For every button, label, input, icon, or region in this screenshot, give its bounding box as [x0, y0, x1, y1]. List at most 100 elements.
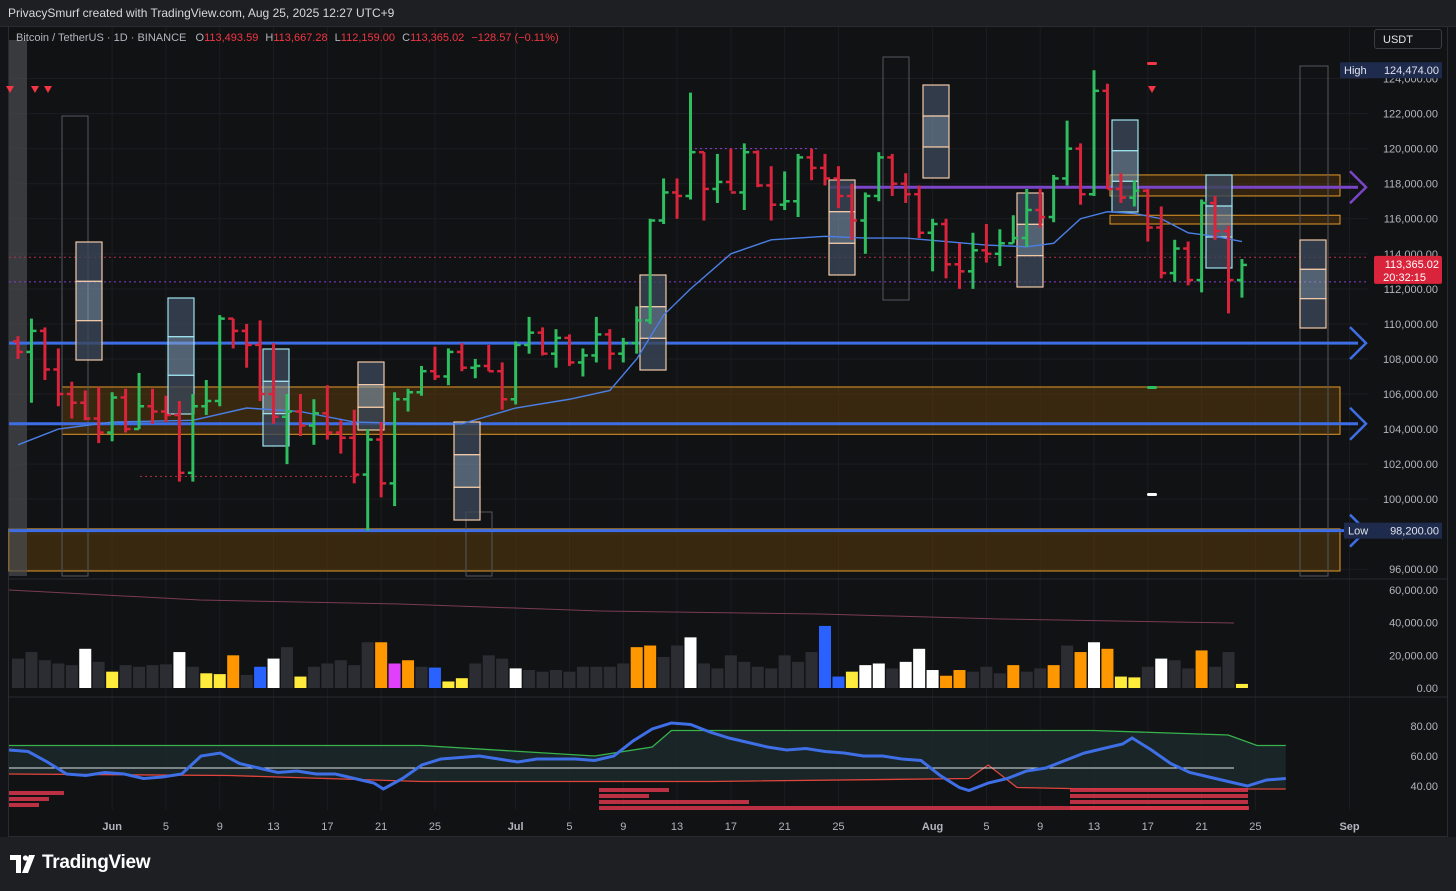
volume-tick-label: 40,000.00 — [1389, 618, 1438, 630]
time-tick-label: 9 — [217, 821, 223, 833]
volume-bar — [1074, 652, 1087, 688]
volume-bar — [294, 676, 307, 688]
volume-bar — [281, 647, 293, 688]
volume-bar — [92, 661, 105, 688]
ohlc-bar — [739, 143, 750, 210]
session-box-cell — [75, 241, 103, 282]
session-box-cell — [167, 297, 195, 338]
high-value: 124,474.00 — [1384, 65, 1439, 77]
signal-down-icon — [44, 86, 52, 93]
price-tick-label: 104,000.00 — [1383, 424, 1438, 436]
ohlc-bar — [672, 178, 683, 219]
ohlc-bar — [941, 218, 952, 279]
time-tick-label: 17 — [725, 821, 737, 833]
volume-bar — [980, 666, 993, 688]
volume-bar — [1209, 666, 1222, 688]
volume-bar — [1061, 645, 1074, 688]
signal-strip — [1070, 806, 1248, 810]
volume-bar — [402, 660, 415, 688]
ohlc-bar — [725, 148, 736, 194]
ohlc-bar — [1102, 83, 1113, 191]
time-tick-label: 17 — [321, 821, 333, 833]
volume-bar — [819, 625, 831, 688]
session-box-cell — [453, 421, 481, 456]
ohlc-bar — [914, 185, 925, 239]
volume-bar — [1047, 665, 1060, 688]
volume-bar — [563, 671, 576, 688]
left-shade — [9, 40, 27, 576]
symbol-title[interactable]: Bitcoin / TetherUS · 1D · BINANCE — [16, 32, 186, 44]
time-tick-label: Jul — [508, 821, 524, 833]
time-tick-label: 9 — [620, 821, 626, 833]
time-tick-label: 13 — [1088, 821, 1100, 833]
volume-bar — [859, 665, 872, 688]
volume-bar — [1222, 652, 1235, 688]
volume-bar — [79, 648, 92, 688]
volume-bar — [509, 668, 522, 688]
volume-bar — [119, 665, 132, 688]
rsi-tick-label: 40.00 — [1410, 781, 1438, 793]
ohlc-bar — [967, 232, 978, 289]
ohlc-bar — [456, 343, 467, 372]
ohlc-bar — [564, 334, 575, 366]
ohlc-bar — [577, 348, 588, 377]
session-boxes — [75, 84, 1327, 521]
ohlc-bar — [1183, 241, 1194, 286]
session-box-cell — [1111, 150, 1139, 182]
low-label: Low — [1348, 526, 1368, 538]
candles — [13, 70, 1247, 531]
volume-bar — [550, 670, 562, 688]
volume-bar — [1088, 642, 1100, 688]
volume-bar — [1034, 668, 1047, 688]
ohlc-bar — [241, 323, 252, 368]
volume-bar — [1168, 660, 1181, 688]
currency-button[interactable]: USDT — [1374, 29, 1442, 49]
ohlc-bar — [1236, 259, 1247, 298]
ohlc-bar — [860, 192, 871, 254]
volume-bar — [106, 671, 119, 688]
ohlc-bar — [752, 150, 763, 188]
volume-bar — [12, 658, 24, 688]
countdown-timer: 20:32:15 — [1383, 272, 1426, 284]
ohlc-bar — [483, 344, 494, 373]
ohlc-bar — [927, 218, 938, 272]
volume-bar — [1195, 650, 1208, 688]
price-tick-label: 108,000.00 — [1383, 354, 1438, 366]
ohlc-bar — [712, 153, 723, 203]
session-box-cell — [1299, 268, 1327, 300]
time-tick-label: 5 — [566, 821, 572, 833]
ohlc-bar — [779, 171, 790, 210]
volume-bar — [536, 671, 549, 688]
low-value: 98,200.00 — [1390, 526, 1439, 538]
ohlc-bar — [1089, 70, 1099, 196]
time-tick-label: 9 — [1037, 821, 1043, 833]
time-tick-label: 5 — [983, 821, 989, 833]
ohlc-bar — [362, 429, 373, 531]
price-tick-label: 118,000.00 — [1384, 179, 1438, 191]
session-box-cell — [639, 337, 667, 371]
volume-bar — [442, 681, 455, 688]
time-tick-label: Jun — [102, 821, 122, 833]
volume-bar — [617, 663, 630, 688]
volume-bar — [173, 652, 186, 688]
signal-marker — [1147, 493, 1157, 496]
ohlc-bar — [537, 327, 548, 356]
volume-bar — [940, 675, 953, 688]
time-tick-label: 21 — [779, 821, 791, 833]
ohlc-legend: Bitcoin / TetherUS · 1D · BINANCE O113,4… — [16, 32, 559, 44]
low-value: 112,159.00 — [340, 32, 396, 44]
chart-canvas[interactable]: 124,000.00122,000.00120,000.00118,000.00… — [0, 0, 1456, 891]
session-box-cell — [262, 348, 290, 382]
time-tick-label: 25 — [832, 821, 844, 833]
volume-bar — [872, 663, 885, 688]
zone-lower — [8, 528, 1341, 572]
time-tick-label: Sep — [1339, 821, 1359, 833]
volume-bar — [671, 645, 684, 688]
volume-bar — [133, 666, 146, 688]
volume-bar — [1114, 676, 1127, 688]
price-tick-label: 110,000.00 — [1384, 319, 1438, 331]
signal-strip — [9, 803, 39, 807]
ohlc-bar — [604, 329, 615, 370]
volume-bar — [644, 645, 657, 688]
ohlc-bar — [524, 316, 535, 354]
